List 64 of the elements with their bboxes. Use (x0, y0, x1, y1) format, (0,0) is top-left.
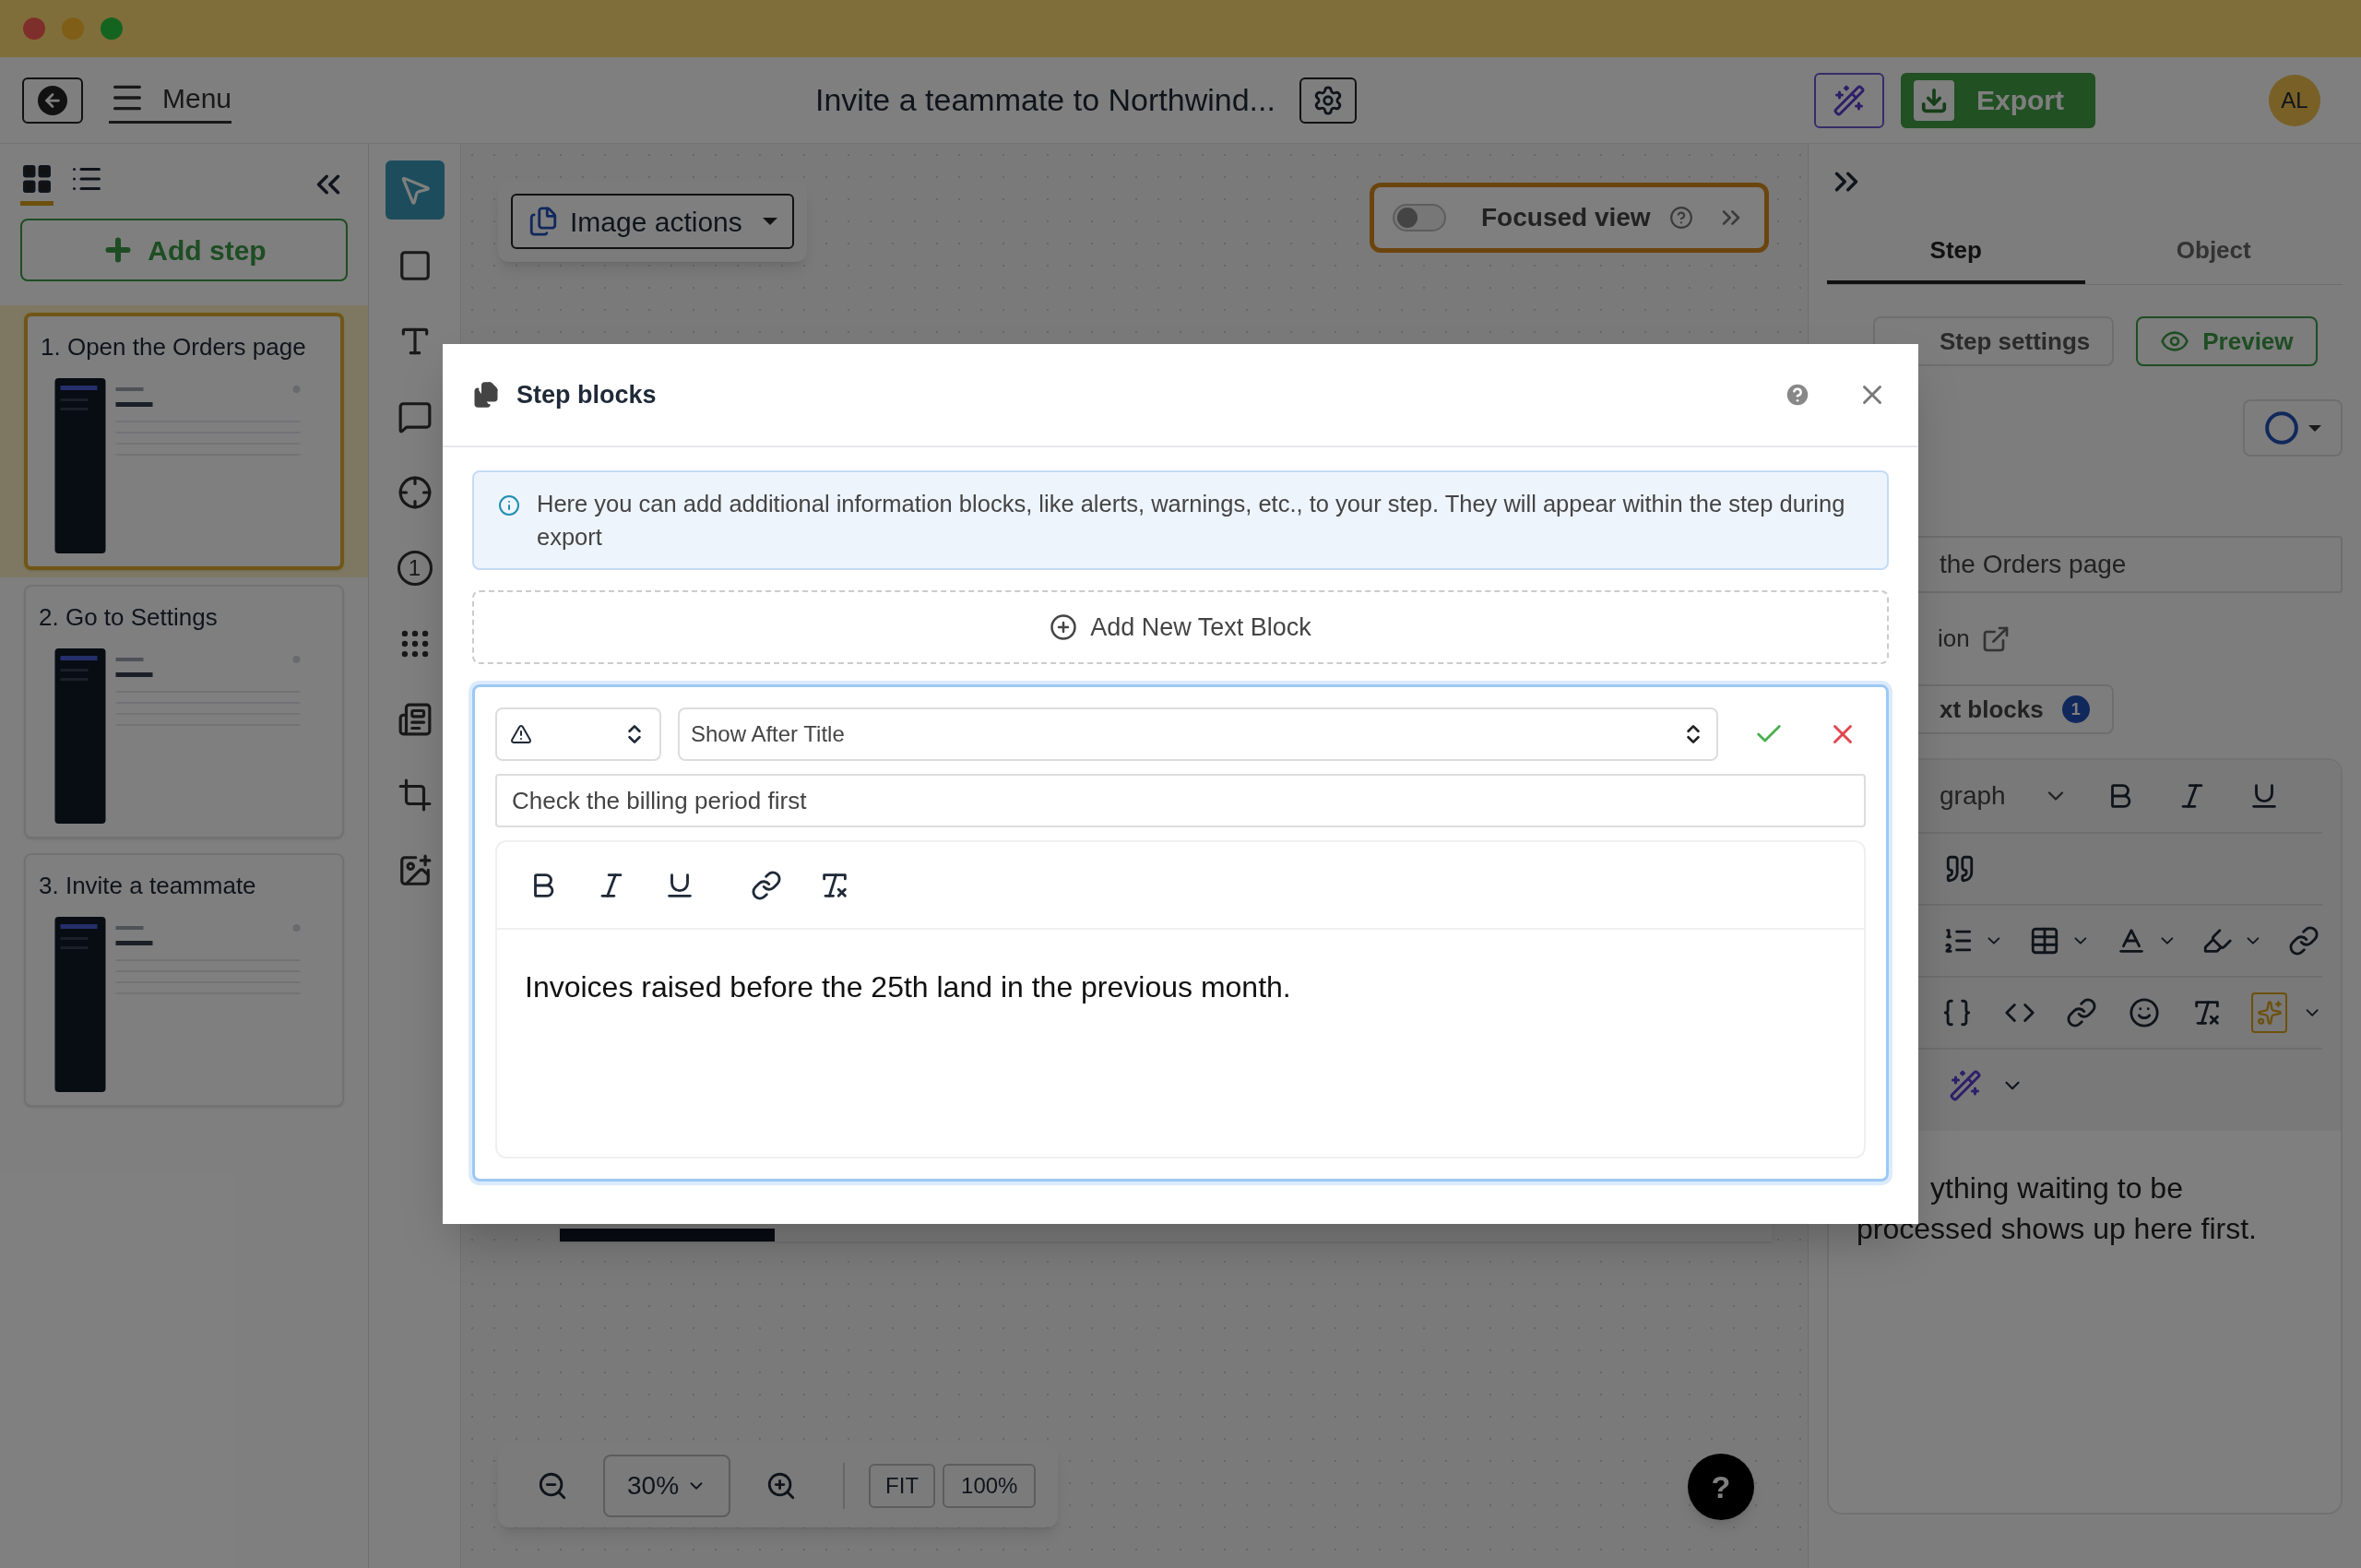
circle-icon (2264, 410, 2299, 445)
magic-wand-icon (1949, 1069, 1982, 1102)
block-title-field[interactable]: Check the billing period first (495, 774, 1866, 827)
sparkles-icon (2256, 1000, 2283, 1026)
count-badge: 1 (2061, 695, 2090, 723)
magic-wand-icon (1833, 83, 1866, 117)
position-select[interactable]: Show After Title (678, 707, 1718, 761)
quote-icon (1944, 853, 1975, 885)
smiley-icon (2128, 997, 2160, 1028)
link-icon (751, 869, 782, 901)
marker-style-dropdown[interactable] (2243, 399, 2343, 457)
link-icon (2288, 925, 2320, 956)
block-body-editor[interactable]: Invoices raised before the 25th land in the previous month. (495, 840, 1866, 1158)
info-icon (498, 494, 520, 517)
magic-wand-button[interactable] (1949, 1069, 1982, 1102)
panel-tab[interactable]: Object (2084, 220, 2343, 284)
step-description-line: processed shows up here first. (1856, 1211, 2258, 1247)
warning-icon (510, 723, 532, 745)
caret-icon (762, 218, 777, 225)
help-button[interactable]: ? (1688, 1454, 1754, 1520)
link-icon (2066, 997, 2098, 1028)
pointer-tool[interactable] (385, 160, 445, 220)
step-card[interactable]: 2. Go to Settings (24, 585, 344, 838)
zoom-out-icon (537, 1470, 568, 1502)
caret-icon (2308, 424, 2321, 432)
menu-button[interactable]: Menu (109, 77, 232, 124)
step-card[interactable]: 3. Invite a teammate (24, 853, 344, 1107)
crosshair-icon (397, 475, 433, 510)
help-icon[interactable] (1668, 206, 1693, 230)
grid-view-tab[interactable] (20, 162, 53, 206)
settings-button[interactable] (1299, 77, 1357, 124)
focused-view-toggle[interactable] (1393, 204, 1446, 232)
step-title: 3. Invite a teammate (39, 871, 257, 901)
document-title: Invite a teammate to Northwind... (815, 81, 1275, 119)
blocks-icon (472, 381, 500, 409)
image-caption-icon (397, 702, 433, 737)
step-description-line: ything waiting to be (1929, 1170, 2184, 1206)
description-label: ion (1938, 624, 1970, 654)
dialog-title: Step blocks (516, 379, 657, 410)
add-text-block-button[interactable]: Add New Text Block (472, 590, 1889, 664)
speech-bubble-icon (397, 399, 433, 434)
preview-button[interactable]: Preview (2136, 316, 2318, 366)
back-button[interactable] (22, 77, 83, 124)
panel-tab[interactable]: Step (1827, 220, 2085, 284)
step-title: 1. Open the Orders page (41, 332, 307, 362)
step-title: 2. Go to Settings (39, 602, 219, 633)
plus-circle-icon (1050, 613, 1078, 641)
add-step-button[interactable]: Add step (20, 219, 348, 281)
zoom-level-dropdown[interactable]: 30% (603, 1455, 731, 1517)
focused-view-label: Focused view (1481, 202, 1651, 233)
export-button[interactable]: Export (1901, 72, 2095, 128)
block-format-dropdown[interactable]: graph (1940, 777, 2069, 815)
copy-icon (528, 206, 559, 237)
magic-wand-button[interactable] (1814, 72, 1884, 128)
grid-icon (20, 162, 53, 196)
user-avatar[interactable]: AL (2269, 74, 2320, 126)
actual-size-button[interactable]: 100% (943, 1464, 1037, 1508)
crop-icon (397, 778, 433, 813)
block-body-text: Invoices raised before the 25th land in the previous month. (524, 969, 1292, 1005)
fit-button[interactable]: FIT (869, 1464, 936, 1508)
step-card[interactable]: 1. Open the Orders page (24, 313, 344, 570)
block-type-select[interactable] (495, 707, 661, 761)
download-icon (1914, 79, 1954, 121)
image-actions-dropdown[interactable]: Image actions (511, 194, 794, 249)
